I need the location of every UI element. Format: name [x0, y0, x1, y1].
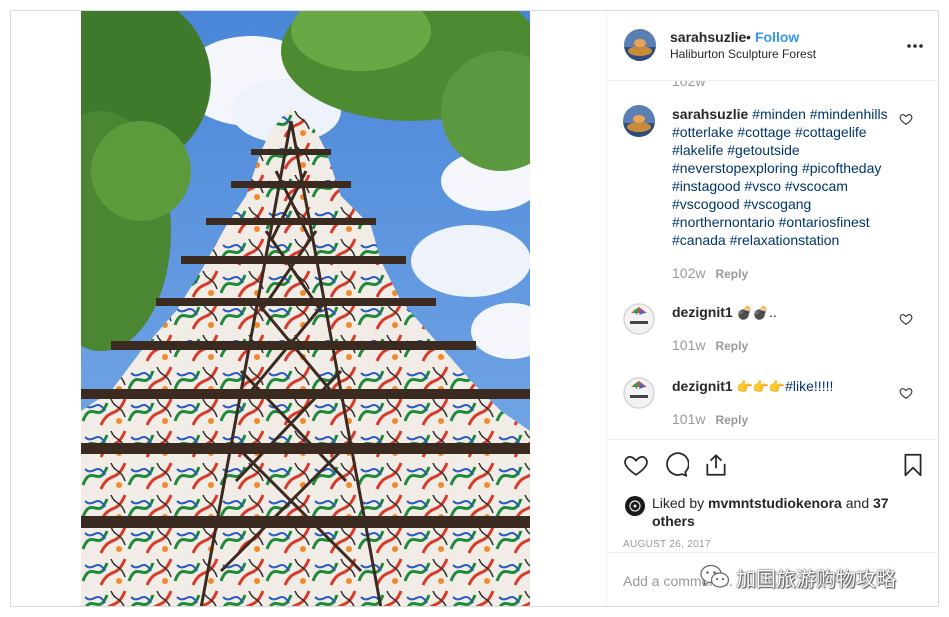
bookmark-icon[interactable] [900, 452, 926, 478]
hashtag-link[interactable]: #relaxationstation [730, 232, 840, 248]
post-header: sarahsuzlie • Follow Haliburton Sculptur… [607, 11, 938, 81]
hashtag-link[interactable]: #canada [672, 232, 726, 248]
comment-heart-icon[interactable] [899, 386, 913, 400]
liker-username[interactable]: mvmntstudiokenora [708, 495, 842, 511]
hashtag-link[interactable]: #vscocam [785, 178, 848, 194]
comment-meta: 102w Reply [672, 265, 748, 281]
comment-meta: 101w Reply [672, 337, 748, 353]
pointing-emoji: 👉👉👉 [736, 379, 786, 394]
likes-connector: and [845, 495, 870, 511]
comment-text: sarahsuzlie #minden #mindenhills #otterl… [672, 105, 892, 249]
hashtag-link[interactable]: #vscogang [744, 196, 812, 212]
hashtag-link[interactable]: #instagood [672, 178, 741, 194]
likes-summary: Liked by mvmntstudiokenora and 37 others [652, 494, 892, 530]
hashtag-link[interactable]: #like!!!!! [785, 378, 833, 394]
likes-prefix: Liked by [652, 495, 705, 511]
wechat-logo-icon [700, 564, 730, 588]
comment-heart-icon[interactable] [899, 112, 913, 126]
photo-area [11, 11, 606, 607]
hashtag-link[interactable]: #otterlake [672, 124, 733, 140]
hashtag-link[interactable]: #vsco [744, 178, 781, 194]
avatar[interactable] [623, 105, 655, 137]
comment-time: 101w [672, 337, 706, 353]
avatar[interactable] [623, 377, 655, 409]
comment-time: 102w [672, 265, 706, 281]
watermark-text: 加国旅游购物攻略 [736, 566, 896, 591]
comment-time: 101w [672, 411, 706, 427]
hashtag-link[interactable]: #vscogood [672, 196, 740, 212]
post-date[interactable]: AUGUST 26, 2017 [623, 539, 711, 550]
previous-comment-time: 102w [672, 81, 706, 89]
comment-text: dezignit1 👉👉👉#like!!!!! [672, 377, 892, 396]
avatar[interactable] [625, 496, 645, 516]
hashtag-link[interactable]: #picoftheday [802, 160, 881, 176]
hashtag-link[interactable]: #minden [752, 106, 806, 122]
speech-bubble-icon[interactable] [663, 452, 689, 478]
avatar[interactable] [624, 29, 656, 61]
hashtag-link[interactable]: #getoutside [727, 142, 799, 158]
hashtag-link[interactable]: #neverstopexploring [672, 160, 798, 176]
hashtag-link[interactable]: #mindenhills [810, 106, 888, 122]
location-link[interactable]: Haliburton Sculpture Forest [670, 47, 816, 61]
avatar[interactable] [623, 303, 655, 335]
username-link[interactable]: sarahsuzlie [670, 29, 746, 45]
reply-button[interactable]: Reply [715, 267, 748, 281]
comment-meta: 101w Reply [672, 411, 748, 427]
comment-heart-icon[interactable] [899, 312, 913, 326]
hashtag-link[interactable]: #northernontario [672, 214, 775, 230]
comment-suffix: .. [768, 304, 777, 320]
more-options-icon[interactable] [906, 37, 924, 55]
post-sidebar: sarahsuzlie • Follow Haliburton Sculptur… [606, 11, 938, 606]
comment-text: dezignit1 💣💣.. [672, 303, 892, 322]
comment-username[interactable]: dezignit1 [672, 304, 733, 320]
bomb-emoji: 💣💣 [736, 305, 769, 320]
share-upload-icon[interactable] [703, 452, 729, 478]
reply-button[interactable]: Reply [715, 339, 748, 353]
hashtag-link[interactable]: #cottage [737, 124, 791, 140]
instagram-post-card: sarahsuzlie • Follow Haliburton Sculptur… [10, 10, 939, 607]
comment-username[interactable]: dezignit1 [672, 378, 733, 394]
reply-button[interactable]: Reply [715, 413, 748, 427]
post-photo[interactable] [81, 11, 530, 607]
post-actions: Liked by mvmntstudiokenora and 37 others… [607, 439, 938, 551]
hashtag-link[interactable]: #ontariosfinest [779, 214, 870, 230]
separator-dot: • [746, 29, 751, 45]
follow-button[interactable]: Follow [755, 29, 799, 45]
comments-list[interactable]: 102w sarahsuzlie #minden #mindenhills #o… [607, 81, 938, 439]
hashtag-link[interactable]: #lakelife [672, 142, 723, 158]
comment-username[interactable]: sarahsuzlie [672, 106, 748, 122]
watermark: 加国旅游购物攻略 [700, 563, 896, 591]
hashtag-link[interactable]: #cottagelife [795, 124, 867, 140]
heart-outline-icon[interactable] [623, 452, 649, 478]
